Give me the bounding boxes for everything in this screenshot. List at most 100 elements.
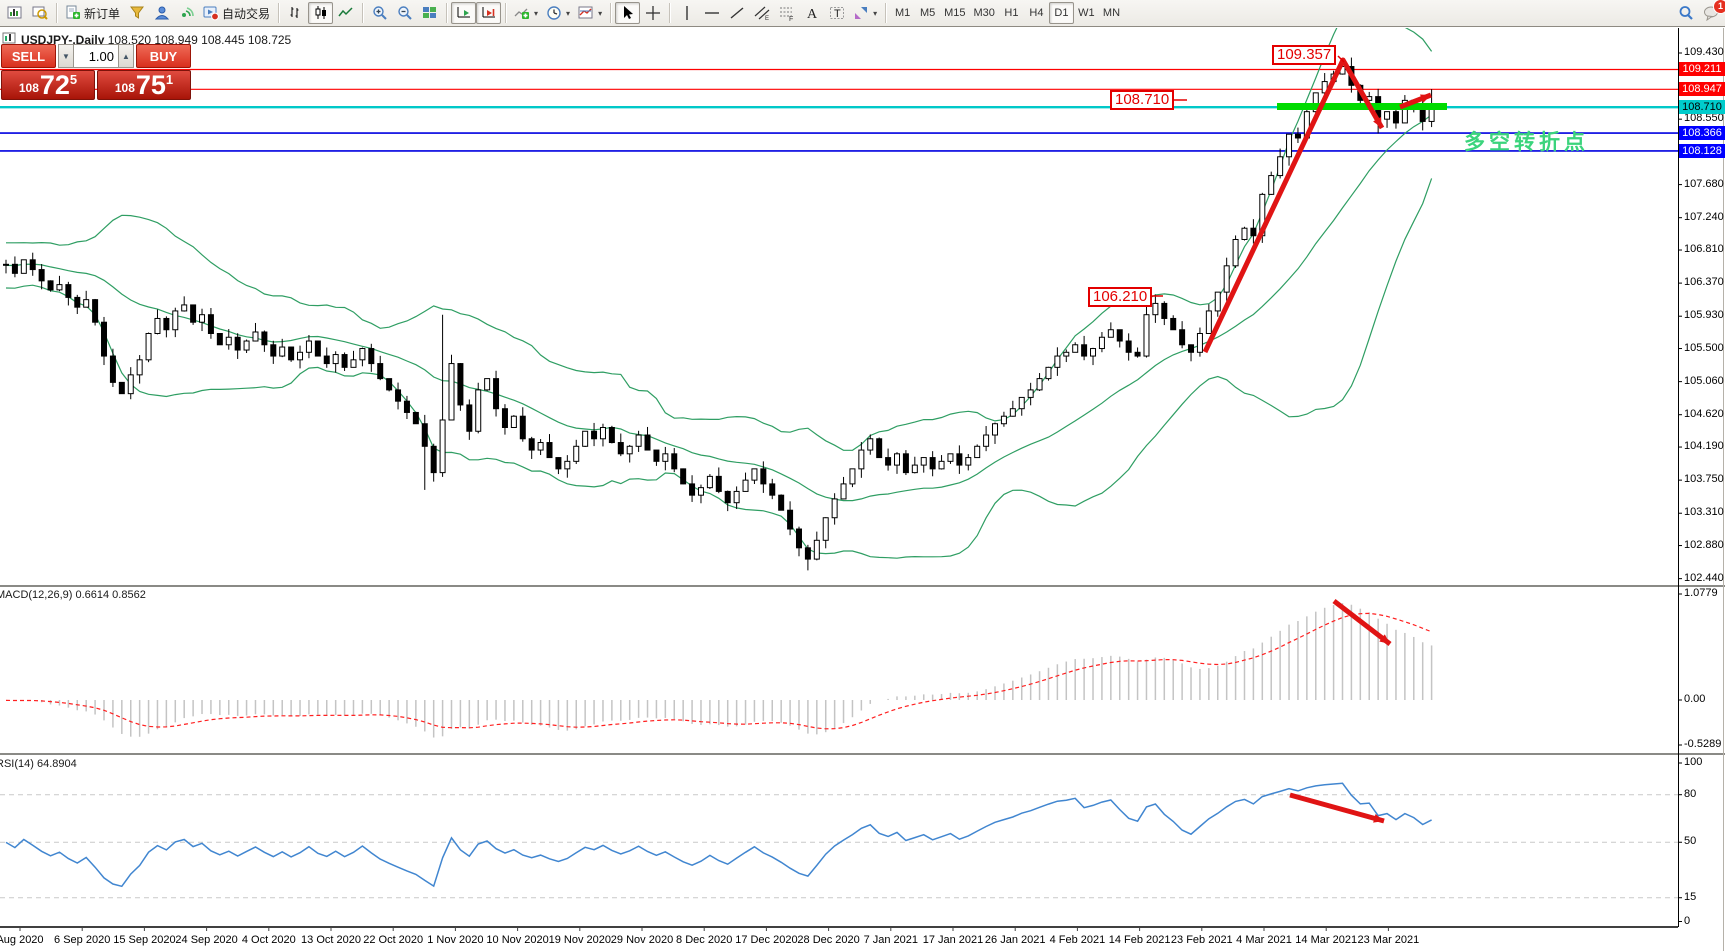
tf-m15-button[interactable]: M15 (940, 2, 969, 24)
notifications-button[interactable]: 1 (1698, 2, 1723, 24)
auto-scroll-button[interactable] (451, 2, 476, 24)
candle-body (333, 355, 338, 364)
candles-icon (313, 5, 329, 21)
candle-body (1269, 176, 1274, 195)
toolbar-separator (669, 3, 670, 23)
search-button[interactable] (1673, 2, 1698, 24)
dropdown-caret-icon[interactable]: ▾ (873, 9, 877, 18)
tf-m30-button[interactable]: M30 (970, 2, 999, 24)
breakout-price-label[interactable]: 106.210 (1088, 287, 1152, 307)
chart-shift-button[interactable] (476, 2, 501, 24)
rsi-tick-label: 0 (1684, 915, 1690, 927)
candle-body (191, 305, 196, 322)
label-icon: T (829, 5, 845, 21)
tf-m1-button[interactable]: M1 (890, 2, 915, 24)
candle-body (698, 488, 703, 496)
date-tick-label: 23 Mar 2021 (1358, 934, 1420, 946)
price-badge-108.710: 108.710 (1679, 100, 1725, 114)
arrows-button[interactable]: ▾ (849, 2, 881, 24)
trendline-button[interactable] (724, 2, 749, 24)
profiles-button[interactable] (27, 2, 52, 24)
zoom-in-button[interactable] (367, 2, 392, 24)
hline-button[interactable] (699, 2, 724, 24)
candle-chart-button[interactable] (308, 2, 333, 24)
zoom-out-button[interactable] (392, 2, 417, 24)
candle-body (1144, 315, 1149, 356)
ask-price-display[interactable]: 108751 (97, 70, 191, 100)
tf-h1-button[interactable]: H1 (999, 2, 1024, 24)
peak-price-label[interactable]: 109.357 (1272, 45, 1336, 65)
macd-tick-label: 1.0779 (1684, 587, 1718, 599)
metaeditor-button[interactable] (124, 2, 149, 24)
tf-w1-button[interactable]: W1 (1074, 2, 1099, 24)
toolbar-separator (56, 3, 57, 23)
date-tick-label: 17 Jan 2021 (923, 934, 984, 946)
experts-button[interactable] (149, 2, 174, 24)
date-tick-label: 7 Jan 2021 (864, 934, 918, 946)
candle-body (636, 435, 641, 446)
date-tick-label: Aug 2020 (0, 934, 44, 946)
volume-decrease-button[interactable]: ▼ (58, 44, 74, 68)
candle-body (1135, 352, 1140, 356)
dropdown-caret-icon[interactable]: ▾ (598, 9, 602, 18)
text-button[interactable]: A (799, 2, 824, 24)
toolbar-separator (362, 3, 363, 23)
chart-window-button[interactable] (2, 2, 27, 24)
bid-price-display[interactable]: 108725 (1, 70, 95, 100)
date-tick-label: 15 Sep 2020 (113, 934, 175, 946)
tf-d1-button[interactable]: D1 (1049, 2, 1074, 24)
label-button[interactable]: T (824, 2, 849, 24)
candle-body (244, 341, 249, 350)
crosshair-button[interactable] (640, 2, 665, 24)
candle-body (396, 390, 401, 401)
svg-text:T: T (834, 8, 841, 20)
candle-body (1385, 112, 1390, 120)
periods-icon (546, 5, 562, 21)
candle-body (832, 499, 837, 518)
signals-button[interactable] (174, 2, 199, 24)
volume-input[interactable]: 1.00 (74, 44, 118, 68)
rsi-tick-label: 50 (1684, 835, 1696, 847)
buy-button[interactable]: BUY (136, 44, 191, 68)
bar-chart-button[interactable] (283, 2, 308, 24)
dropdown-caret-icon[interactable]: ▾ (534, 9, 538, 18)
candle-body (342, 355, 347, 368)
chart-window[interactable]: USDJPY-,Daily 108.520 108.949 108.445 10… (0, 28, 1725, 951)
cursor-button[interactable] (615, 2, 640, 24)
volume-increase-button[interactable]: ▲ (118, 44, 134, 68)
rsi-tick-label: 15 (1684, 891, 1696, 903)
candle-body (600, 427, 605, 438)
dropdown-caret-icon[interactable]: ▾ (566, 9, 570, 18)
candle-body (110, 356, 115, 382)
new-order-button[interactable]: 新订单 (61, 2, 124, 24)
vline-button[interactable] (674, 2, 699, 24)
pivot-price-label[interactable]: 108.710 (1110, 90, 1174, 110)
candle-body (1091, 349, 1096, 357)
candle-body (654, 450, 659, 461)
toolbar-button-label: D1 (1054, 7, 1068, 19)
indicators-button[interactable]: ▾ (510, 2, 542, 24)
candle-body (1233, 239, 1238, 265)
svg-text:A: A (807, 7, 818, 21)
candle-body (137, 360, 142, 375)
crosshair-icon (645, 5, 661, 21)
templates-button[interactable]: ▾ (574, 2, 606, 24)
autotrading-button[interactable]: 自动交易 (199, 2, 274, 24)
tile-windows-button[interactable] (417, 2, 442, 24)
line-icon (338, 5, 354, 21)
sell-button[interactable]: SELL (1, 44, 56, 68)
channel-button[interactable]: E (749, 2, 774, 24)
tf-h4-button[interactable]: H4 (1024, 2, 1049, 24)
line-chart-button[interactable] (333, 2, 358, 24)
toolbar-button-label: M5 (920, 7, 935, 19)
fibo-button[interactable]: F (774, 2, 799, 24)
periods-button[interactable]: ▾ (542, 2, 574, 24)
tf-m5-button[interactable]: M5 (915, 2, 940, 24)
chart-canvas[interactable] (0, 28, 1725, 951)
candle-body (1189, 345, 1194, 353)
pivot-green-bar (1277, 103, 1447, 110)
candle-body (574, 446, 579, 461)
tf-mn-button[interactable]: MN (1099, 2, 1124, 24)
candle-body (761, 469, 766, 484)
candle-body (182, 305, 187, 311)
